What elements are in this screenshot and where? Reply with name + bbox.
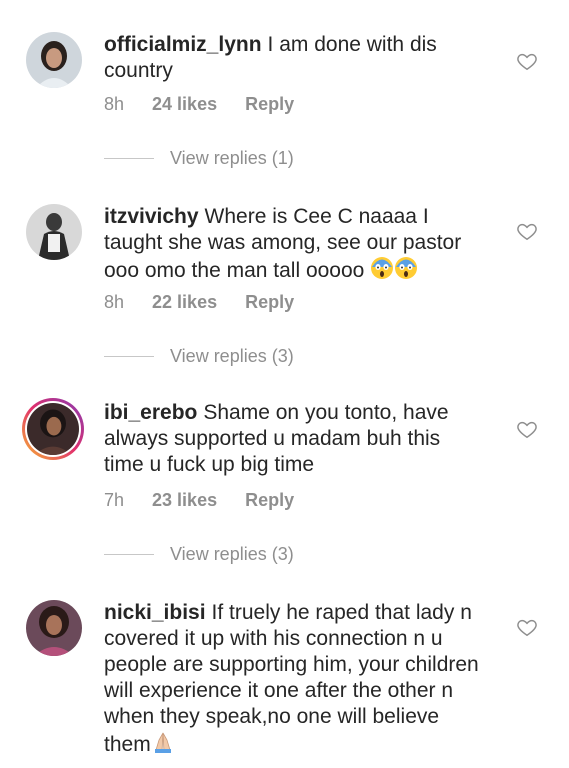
avatar[interactable] <box>22 398 84 460</box>
divider-line <box>104 554 154 555</box>
comment-likes[interactable]: 23 likes <box>152 490 217 510</box>
comment-text-block: nicki_ibisi If truely he raped that lady … <box>104 600 484 761</box>
avatar-image <box>26 32 82 88</box>
view-replies-button[interactable]: View replies (3) <box>104 346 294 367</box>
comment-text-block: itzvivichy Where is Cee C naaaa I taught … <box>104 204 484 287</box>
divider-line <box>104 158 154 159</box>
folded-hands-emoji <box>151 730 175 761</box>
comment-time: 7h <box>104 490 125 510</box>
comment-meta: 8h 24 likes Reply <box>104 94 322 115</box>
reply-button[interactable]: Reply <box>245 490 294 510</box>
comment-likes[interactable]: 22 likes <box>152 292 217 312</box>
view-replies-label: View replies (3) <box>170 544 294 564</box>
comment-likes[interactable]: 24 likes <box>152 94 217 114</box>
avatar[interactable] <box>26 600 82 656</box>
comment-username[interactable]: itzvivichy <box>104 205 199 228</box>
heart-outline-icon[interactable] <box>516 418 538 440</box>
story-ring <box>25 401 81 457</box>
comment-meta: 8h 22 likes Reply <box>104 292 322 313</box>
comment-text-block: ibi_erebo Shame on you tonto, have always… <box>104 400 484 478</box>
comment-time: 8h <box>104 94 125 114</box>
comment-username[interactable]: nicki_ibisi <box>104 601 206 624</box>
view-replies-button[interactable]: View replies (1) <box>104 148 294 169</box>
avatar-image <box>26 600 82 656</box>
divider-line <box>104 356 154 357</box>
heart-outline-icon[interactable] <box>516 616 538 638</box>
face-screaming-in-fear-emoji <box>370 256 394 287</box>
view-replies-label: View replies (1) <box>170 148 294 168</box>
heart-outline-icon[interactable] <box>516 220 538 242</box>
comment-username[interactable]: ibi_erebo <box>104 401 197 424</box>
avatar-image <box>27 403 79 455</box>
avatar[interactable] <box>26 204 82 260</box>
comment-text-block: officialmiz_lynn I am done with dis count… <box>104 32 484 84</box>
avatar-image <box>26 204 82 260</box>
comment-meta: 7h 23 likes Reply <box>104 490 322 511</box>
reply-button[interactable]: Reply <box>245 292 294 312</box>
comment-username[interactable]: officialmiz_lynn <box>104 33 262 56</box>
reply-button[interactable]: Reply <box>245 94 294 114</box>
heart-outline-icon[interactable] <box>516 50 538 72</box>
view-replies-button[interactable]: View replies (3) <box>104 544 294 565</box>
comment-time: 8h <box>104 292 125 312</box>
avatar[interactable] <box>26 32 82 88</box>
view-replies-label: View replies (3) <box>170 346 294 366</box>
face-screaming-in-fear-emoji <box>394 256 418 287</box>
